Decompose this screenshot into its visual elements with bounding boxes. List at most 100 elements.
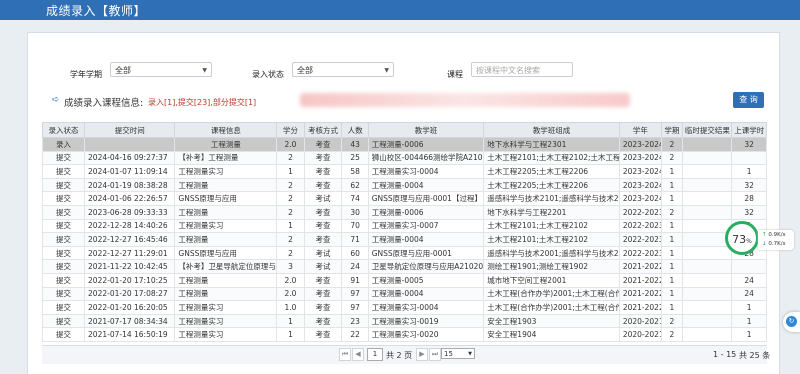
table-cell: 24 [731, 286, 767, 302]
table-cell [681, 204, 733, 220]
column-header[interactable]: 学期 [660, 122, 683, 138]
table-cell: 1 [660, 286, 683, 302]
table-row[interactable]: 提交 2022-12-28 14:40:26 工程测量实习 1 考查 70 工程测量实习-0… [41, 218, 767, 234]
top-bar: 成绩录入【教师】 [0, 0, 800, 20]
chevron-down-icon: ▼ [384, 67, 389, 74]
table-cell: 工程测量 [174, 137, 278, 152]
column-header[interactable]: 课程信息 [174, 122, 278, 138]
column-header[interactable]: 教学班 [367, 122, 485, 138]
column-header[interactable]: 考核方式 [303, 122, 343, 138]
table-cell: 71 [341, 232, 369, 247]
page-size-select[interactable]: 15 ▼ [441, 348, 475, 359]
last-page-icon[interactable]: ⏭ [429, 348, 441, 361]
table-cell: 60 [341, 245, 369, 261]
column-header[interactable]: 学年 [618, 122, 662, 138]
table-cell: 提交 [41, 191, 86, 206]
term-select-value: 全部 [115, 66, 131, 75]
table-cell: 2023-2024 [618, 150, 662, 166]
table-row[interactable]: 提交2021-11-22 10:42:45【补考】卫星导航定位原理与应用3考试2… [41, 259, 767, 274]
table-cell: 提交 [41, 218, 86, 234]
column-header[interactable]: 学分 [276, 122, 305, 138]
upload-speed: 0.9K/s [768, 232, 786, 238]
table-cell [681, 218, 733, 234]
table-cell: 工程测量 [174, 204, 278, 220]
table-cell: 1 [660, 177, 683, 193]
upload-arrow-icon: ↑ [762, 232, 767, 238]
query-button[interactable]: 查 询 [733, 92, 764, 108]
status-select[interactable]: 全部 ▼ [292, 62, 394, 77]
table-cell: 1 [276, 327, 305, 342]
info-arrow-icon: ➪ [52, 95, 60, 105]
table-row[interactable]: 提交 2022-12-27 16:45:46 工程测量 2 考查 71 工程测量-0004 土… [41, 232, 767, 247]
table-cell: 1.0 [276, 300, 305, 315]
term-select[interactable]: 全部 ▼ [110, 62, 212, 77]
column-header[interactable]: 人数 [341, 122, 369, 138]
table-cell: 1 [276, 218, 305, 234]
course-label: 课程 [447, 70, 463, 79]
next-page-icon[interactable]: ▶ [416, 348, 428, 361]
table-cell: 2022-12-27 16:45:46 [84, 232, 176, 247]
table-cell: 工程测量实习-0007 [367, 218, 485, 234]
table-row[interactable]: 提交 2021-07-14 16:50:19 工程测量实习 1 考查 22 工程测量实习-0… [41, 327, 767, 342]
table-cell: 工程测量-0006 [367, 137, 485, 152]
table-cell: 卫星导航定位原理与应用A2102050狮山校... [367, 259, 485, 274]
table-cell: 提交 [41, 286, 86, 302]
table-cell: 考查 [303, 313, 343, 329]
table-row[interactable]: 提交 2024-01-19 08:38:28 工程测量 2 考查 62 工程测量-0004 土… [41, 177, 767, 193]
page-input[interactable]: 1 [367, 348, 383, 361]
table-row[interactable]: 提交 2023-06-28 09:33:33 工程测量 2 考查 30 工程测量-0006 地… [41, 204, 767, 220]
table-cell: 提交 [41, 327, 86, 342]
table-row[interactable]: 提交 2022-01-20 17:10:25 工程测量 2.0 考查 91 工程测量-000… [41, 272, 767, 288]
course-search-input[interactable]: 按课程中文名搜索 [471, 62, 573, 77]
table-cell: 提交 [41, 150, 86, 166]
table-cell: 2021-2022 [618, 259, 662, 274]
table-row[interactable]: 提交 2024-01-07 11:09:14 工程测量实习 1 考查 58 工程测量实习-0… [41, 164, 767, 179]
first-page-icon[interactable]: ⏮ [339, 348, 351, 361]
info-stats: 录入[1],提交[23],部分提交[1] [148, 98, 257, 107]
column-header[interactable]: 上课学时 [731, 122, 767, 138]
table-cell: 工程测量实习-0004 [367, 300, 485, 315]
table-cell: 土木工程2101;土木工程2102 [483, 232, 620, 247]
column-header[interactable]: 教学班组成 [483, 122, 620, 138]
table-cell: 2024-01-07 11:09:14 [84, 164, 176, 179]
table-cell: 工程测量 [174, 232, 278, 247]
table-row[interactable]: 提交 2024-01-06 22:26:57 GNSS原理与应用 2 考试 74 GNSS原… [41, 191, 767, 206]
table-cell [681, 300, 733, 315]
column-header[interactable]: 临时提交结果 [681, 122, 733, 138]
column-header[interactable]: 录入状态 [41, 122, 86, 138]
table-row[interactable]: 录入 工程测量 2.0 考查 43 工程测量-0006 地下水科学与工程2301 2023-2… [41, 137, 767, 152]
column-header[interactable]: 提交时间 [84, 122, 176, 138]
table-cell: 遥感科学与技术2101;遥感科学与技术2102 [483, 191, 620, 206]
table-cell: 考查 [303, 300, 343, 315]
table-cell: 1 [276, 313, 305, 329]
table-cell: 考试 [303, 191, 343, 206]
table-row[interactable]: 提交 2024-04-16 09:27:37 【补考】工程测量 2 考查 25 狮山校区-0… [41, 150, 767, 166]
table-cell: 提交 [41, 204, 86, 220]
performance-gauge[interactable]: 73% [725, 221, 759, 255]
table-cell: 提交 [41, 313, 86, 329]
chevron-down-icon: ▼ [202, 67, 207, 74]
table-cell: 22 [341, 327, 369, 342]
table-row[interactable]: 提交 2021-07-17 08:34:34 工程测量实习 1 考查 23 工程测量实习-0… [41, 313, 767, 329]
floating-assistant-button[interactable]: ↻ [783, 312, 800, 332]
grade-table: 录入状态 提交时间 课程信息 学分 考核方式 人数 教学班 教学班组成 学年 学期 临时提交结果 上课… [41, 122, 767, 342]
total-pages: 共 2 页 [386, 351, 413, 360]
table-cell: 24 [731, 272, 767, 288]
record-total: 共 25 条 [739, 351, 771, 360]
page-size-value: 15 [444, 350, 453, 358]
table-cell: 2022-12-28 14:40:26 [84, 218, 176, 234]
table-cell: 2022-01-20 16:20:05 [84, 300, 176, 315]
table-row[interactable]: 提交 2022-01-20 16:20:05 工程测量实习 1.0 考查 97 工程测量实习… [41, 300, 767, 315]
table-cell: 2 [660, 204, 683, 220]
table-cell: 2.0 [276, 286, 305, 302]
table-row[interactable]: 提交 2022-01-20 17:08:27 工程测量 2.0 考查 97 工程测量-000… [41, 286, 767, 302]
table-row[interactable]: 提交 2022-12-27 11:29:01 GNSS原理与应用 2 考试 60 GNSS原… [41, 245, 767, 261]
table-cell: 1 [660, 245, 683, 261]
table-cell: 考查 [303, 218, 343, 234]
table-cell: 2021-2022 [618, 272, 662, 288]
table-cell [681, 177, 733, 193]
prev-page-icon[interactable]: ◀ [352, 348, 364, 361]
table-cell: 1 [660, 164, 683, 179]
table-cell: 考查 [303, 272, 343, 288]
table-cell: 2023-2024 [618, 191, 662, 206]
